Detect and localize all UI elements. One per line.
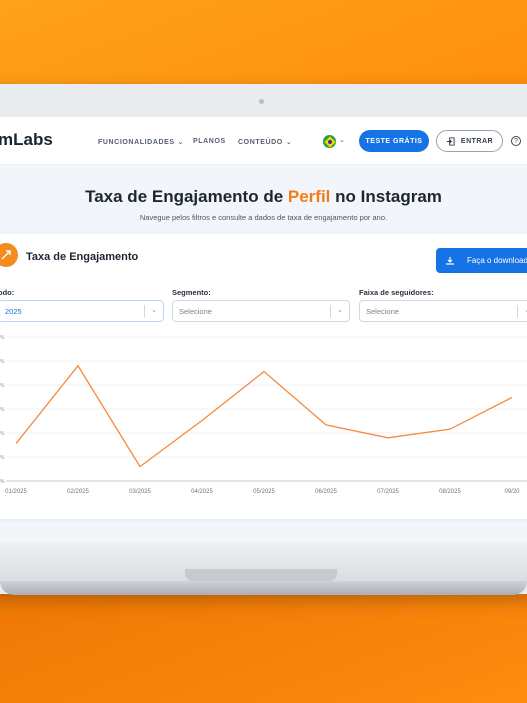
chevron-down-icon: ⌄: [151, 307, 157, 314]
nav-item-label: FUNCIONALIDADES: [98, 139, 175, 146]
y-tick-label: %: [0, 455, 5, 461]
followers-label: Faixa de seguidores:: [359, 288, 434, 297]
nav-item-planos[interactable]: PLANOS: [193, 138, 226, 145]
y-tick-label: %: [0, 335, 5, 341]
x-tick-label: 05/2025: [253, 489, 275, 495]
nav-item-conteudo[interactable]: CONTEÚDO ⌄: [238, 138, 292, 146]
brazil-flag-icon[interactable]: [323, 135, 336, 148]
x-tick-label: 08/2025: [439, 489, 461, 495]
laptop-notch: [185, 569, 337, 581]
page-subtitle: Navegue pelos filtros e consulte a dados…: [139, 213, 388, 222]
x-tick-label: 02/2025: [67, 489, 89, 495]
nav-item-label: CONTEÚDO: [238, 139, 283, 146]
y-tick-label: %: [0, 359, 5, 365]
download-icon: [446, 256, 454, 265]
segment-label: Segmento:: [172, 288, 211, 297]
logo[interactable]: mLabs: [0, 130, 53, 150]
title-accent: Perfil: [287, 187, 331, 206]
engagement-line-chart: %%%%%%%01/2025 02/2025 03/2025 04/2025 05/20…: [0, 335, 527, 495]
x-tick-label: 06/2025: [315, 489, 337, 495]
chevron-down-icon[interactable]: ⌄: [339, 136, 345, 144]
navbar: mLabs FUNCIONALIDADES ⌄ PLANOS CONTEÚDO ⌄ …: [0, 117, 527, 165]
x-tick-label: 09/20: [504, 489, 520, 495]
y-tick-label: %: [0, 431, 5, 437]
chevron-down-icon: ⌄: [337, 307, 343, 314]
login-icon: [446, 136, 455, 146]
period-select[interactable]: 2025 ⌄: [0, 300, 164, 322]
free-trial-button[interactable]: TESTE GRÁTIS: [359, 130, 429, 152]
followers-select[interactable]: Selecione ⌄: [359, 300, 527, 322]
webcam: [259, 99, 264, 104]
segment-placeholder: Selecione: [179, 306, 212, 316]
series-line: [15, 364, 513, 468]
chevron-down-icon: ⌄: [177, 139, 185, 146]
y-tick-label: %: [0, 383, 5, 389]
followers-placeholder: Selecione: [366, 306, 399, 316]
page-title: Taxa de Engajamento de Perfil no Instagr…: [0, 187, 527, 207]
period-label: odo:: [0, 288, 15, 297]
x-tick-label: 03/2025: [129, 489, 151, 495]
login-button[interactable]: ENTRAR: [436, 130, 503, 152]
card-title: Taxa de Engajamento: [26, 251, 139, 263]
x-tick-label: 01/2025: [5, 489, 27, 495]
browser-screen: mLabs FUNCIONALIDADES ⌄ PLANOS CONTEÚDO ⌄ …: [0, 117, 527, 543]
x-tick-label: 07/2025: [377, 489, 399, 495]
download-button[interactable]: Faça o download: [436, 248, 527, 273]
chevron-down-icon: ⌄: [285, 139, 293, 146]
nav-item-label: PLANOS: [193, 138, 226, 145]
y-tick-label: %: [0, 407, 5, 413]
y-tick-label: %: [0, 479, 5, 485]
laptop-base: [0, 581, 527, 595]
segment-select[interactable]: Selecione ⌄: [172, 300, 350, 322]
title-part: Taxa de Engajamento de: [85, 187, 288, 206]
nav-item-funcionalidades[interactable]: FUNCIONALIDADES ⌄: [98, 138, 184, 146]
period-value: 2025: [5, 306, 22, 316]
x-tick-label: 04/2025: [191, 489, 213, 495]
download-label: Faça o download: [467, 256, 527, 265]
title-part: no Instagram: [330, 187, 442, 206]
help-icon[interactable]: ?: [511, 136, 521, 146]
login-label: ENTRAR: [460, 137, 494, 145]
